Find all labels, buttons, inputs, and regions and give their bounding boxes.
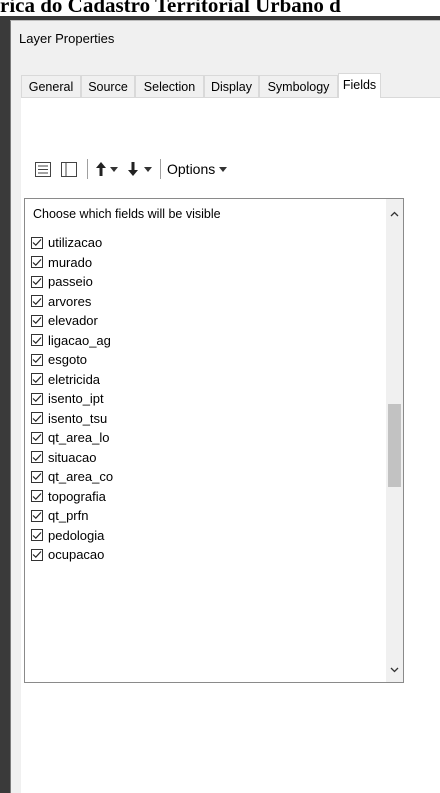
field-row[interactable]: murado [31,253,113,273]
vertical-scrollbar[interactable] [386,199,403,682]
chevron-down-icon [219,166,228,172]
field-label: situacao [48,449,97,465]
tab-source[interactable]: Source [81,75,135,97]
field-label: qt_prfn [48,508,89,524]
field-label: qt_area_co [48,469,114,485]
field-checkbox[interactable] [31,373,43,386]
field-label: elevador [48,313,98,329]
checkmark-icon [32,336,42,344]
field-items: utilizacao murado passeio arvores elevador li… [31,233,113,565]
checkmark-icon [32,356,42,364]
field-row[interactable]: qt_area_lo [31,428,113,448]
dialog-title: Layer Properties [19,31,115,46]
field-row[interactable]: utilizacao [31,233,113,253]
checkmark-icon [32,414,42,422]
field-label: esgoto [48,352,88,368]
field-label: qt_area_lo [48,430,110,446]
checkmark-icon [32,278,42,286]
options-label: Options [167,161,216,177]
field-checkbox[interactable] [31,548,43,561]
checkmark-icon [32,492,42,500]
field-checkbox[interactable] [31,412,43,425]
scroll-up-icon[interactable] [386,205,403,222]
field-row[interactable]: passeio [31,272,113,292]
list-header: Choose which fields will be visible [33,207,221,221]
field-checkbox[interactable] [31,470,43,483]
tab-general[interactable]: General [21,75,81,97]
field-checkbox[interactable] [31,256,43,269]
field-row[interactable]: situacao [31,448,113,468]
field-checkbox[interactable] [31,431,43,444]
scroll-down-icon[interactable] [386,661,403,678]
field-checkbox[interactable] [31,334,43,347]
list-view-icon[interactable] [33,158,53,180]
field-label: arvores [48,293,92,309]
field-checkbox[interactable] [31,236,43,249]
field-row[interactable]: eletricida [31,370,113,390]
checkmark-icon [32,473,42,481]
field-checkbox[interactable] [31,490,43,503]
checkmark-icon [32,395,42,403]
field-row[interactable]: ligacao_ag [31,331,113,351]
field-label: murado [48,254,93,270]
fields-toolbar: Options [33,158,228,180]
visible-fields-list[interactable]: Choose which fields will be visible util… [24,198,404,683]
field-row[interactable]: ocupacao [31,545,113,565]
field-checkbox[interactable] [31,451,43,464]
field-row[interactable]: isento_ipt [31,389,113,409]
field-checkbox[interactable] [31,529,43,542]
field-label: passeio [48,274,93,290]
checkmark-icon [32,453,42,461]
field-label: topografia [48,488,106,504]
checkmark-icon [32,258,42,266]
background-window-title: rica do Cadastro Territorial Urbano d [0,0,440,16]
checkmark-icon [32,239,42,247]
field-label: ligacao_ag [48,332,111,348]
scroll-thumb[interactable] [388,404,401,487]
move-down-dropdown-icon[interactable] [142,158,154,180]
move-up-dropdown-icon[interactable] [108,158,120,180]
field-row[interactable]: pedologia [31,526,113,546]
field-checkbox[interactable] [31,392,43,405]
tab-symbology[interactable]: Symbology [259,75,338,97]
field-label: isento_ipt [48,391,104,407]
field-checkbox[interactable] [31,353,43,366]
checkmark-icon [32,317,42,325]
field-row[interactable]: isento_tsu [31,409,113,429]
checkmark-icon [32,375,42,383]
toolbar-separator [160,159,161,179]
move-up-icon[interactable] [94,158,108,180]
field-label: utilizacao [48,235,103,251]
checkmark-icon [32,297,42,305]
field-checkbox[interactable] [31,295,43,308]
move-down-icon[interactable] [124,158,142,180]
options-button[interactable]: Options [167,158,228,180]
tab-strip: General Source Selection Display Symbolo… [21,73,440,98]
field-label: eletricida [48,371,101,387]
field-checkbox[interactable] [31,275,43,288]
checkmark-icon [32,434,42,442]
tab-selection[interactable]: Selection [135,75,204,97]
field-row[interactable]: qt_area_co [31,467,113,487]
checkmark-icon [32,551,42,559]
field-row[interactable]: elevador [31,311,113,331]
tab-fields[interactable]: Fields [338,73,381,98]
field-row[interactable]: qt_prfn [31,506,113,526]
checkmark-icon [32,512,42,520]
field-row[interactable]: arvores [31,292,113,312]
checkmark-icon [32,531,42,539]
field-label: pedologia [48,527,105,543]
toolbar-separator [87,159,88,179]
field-checkbox[interactable] [31,314,43,327]
field-label: ocupacao [48,547,105,563]
layer-properties-dialog: Layer Properties General Source Selectio… [10,20,440,793]
field-checkbox[interactable] [31,509,43,522]
tab-display[interactable]: Display [204,75,259,97]
field-row[interactable]: topografia [31,487,113,507]
field-row[interactable]: esgoto [31,350,113,370]
field-label: isento_tsu [48,410,108,426]
table-view-icon[interactable] [57,158,81,180]
